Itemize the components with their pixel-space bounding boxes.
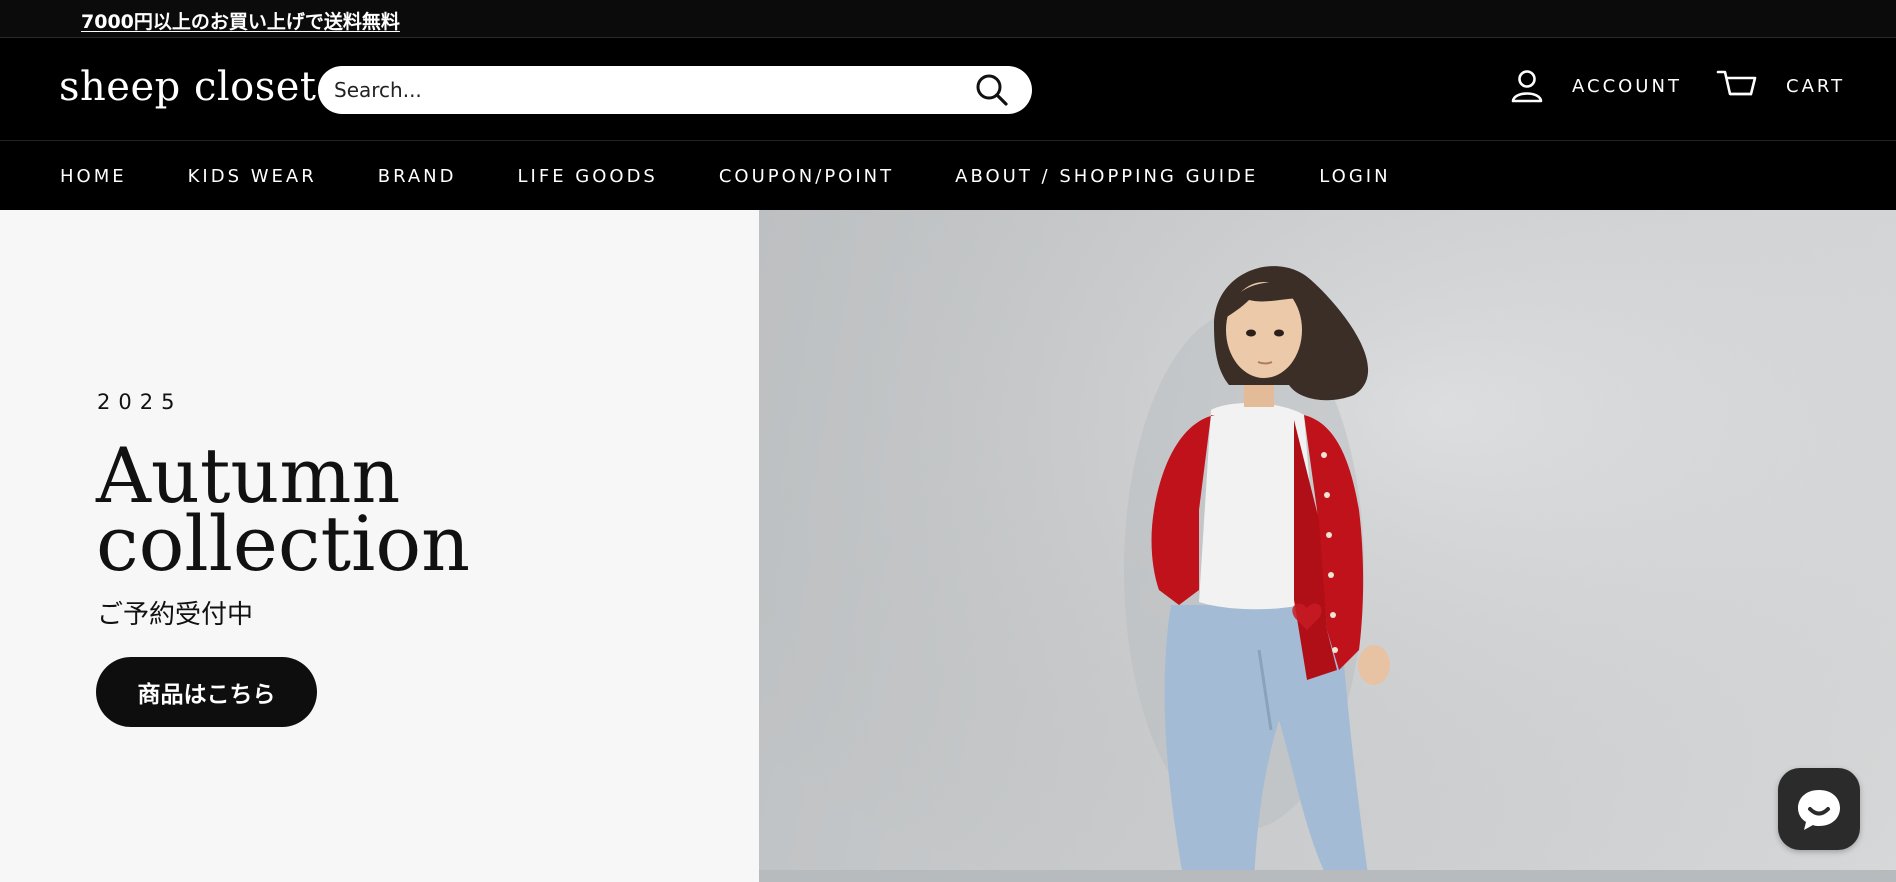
nav-item-brand[interactable]: BRAND xyxy=(378,166,457,187)
account-link[interactable]: ACCOUNT xyxy=(1510,66,1682,106)
hero-subline: ご予約受付中 xyxy=(97,600,254,630)
search-bar xyxy=(318,66,1032,114)
chat-icon xyxy=(1798,790,1840,830)
site-logo[interactable]: sheep closet xyxy=(59,64,317,110)
hero-year: 2025 xyxy=(97,390,183,414)
nav-item-life-goods[interactable]: LIFE GOODS xyxy=(518,166,658,187)
announcement-link[interactable]: 7000円以上のお買い上げで送料無料 xyxy=(81,7,400,34)
search-icon xyxy=(976,74,1008,106)
nav-item-coupon-point[interactable]: COUPON/POINT xyxy=(719,166,894,187)
site-header: sheep closet ACCOUNT CART xyxy=(0,39,1896,141)
hero-image[interactable] xyxy=(759,210,1896,882)
nav-item-about-guide[interactable]: ABOUT / SHOPPING GUIDE xyxy=(955,166,1258,187)
search-input[interactable] xyxy=(334,66,954,114)
nav-item-home[interactable]: HOME xyxy=(60,166,127,187)
user-icon xyxy=(1511,70,1543,103)
nav-item-kids-wear[interactable]: KIDS WEAR xyxy=(188,166,317,187)
shop-now-button[interactable]: 商品はこちら xyxy=(96,657,317,727)
account-label: ACCOUNT xyxy=(1572,75,1682,97)
cart-link[interactable]: CART xyxy=(1716,66,1845,106)
hero-headline-line2: collection xyxy=(96,499,471,588)
child-photo xyxy=(759,210,1896,882)
hero-headline: Autumn collection xyxy=(96,438,696,582)
search-button[interactable] xyxy=(974,72,1010,108)
main-nav: HOME KIDS WEAR BRAND LIFE GOODS COUPON/P… xyxy=(0,142,1896,210)
floor-edge xyxy=(759,870,1896,882)
hero-text-panel: 2025 Autumn collection ご予約受付中 商品はこちら xyxy=(0,210,759,882)
nav-item-login[interactable]: LOGIN xyxy=(1319,166,1390,187)
cart-icon xyxy=(1716,70,1757,96)
announcement-bar: 7000円以上のお買い上げで送料無料 xyxy=(0,0,1896,38)
cart-label: CART xyxy=(1786,75,1846,97)
chat-button[interactable] xyxy=(1778,768,1860,850)
